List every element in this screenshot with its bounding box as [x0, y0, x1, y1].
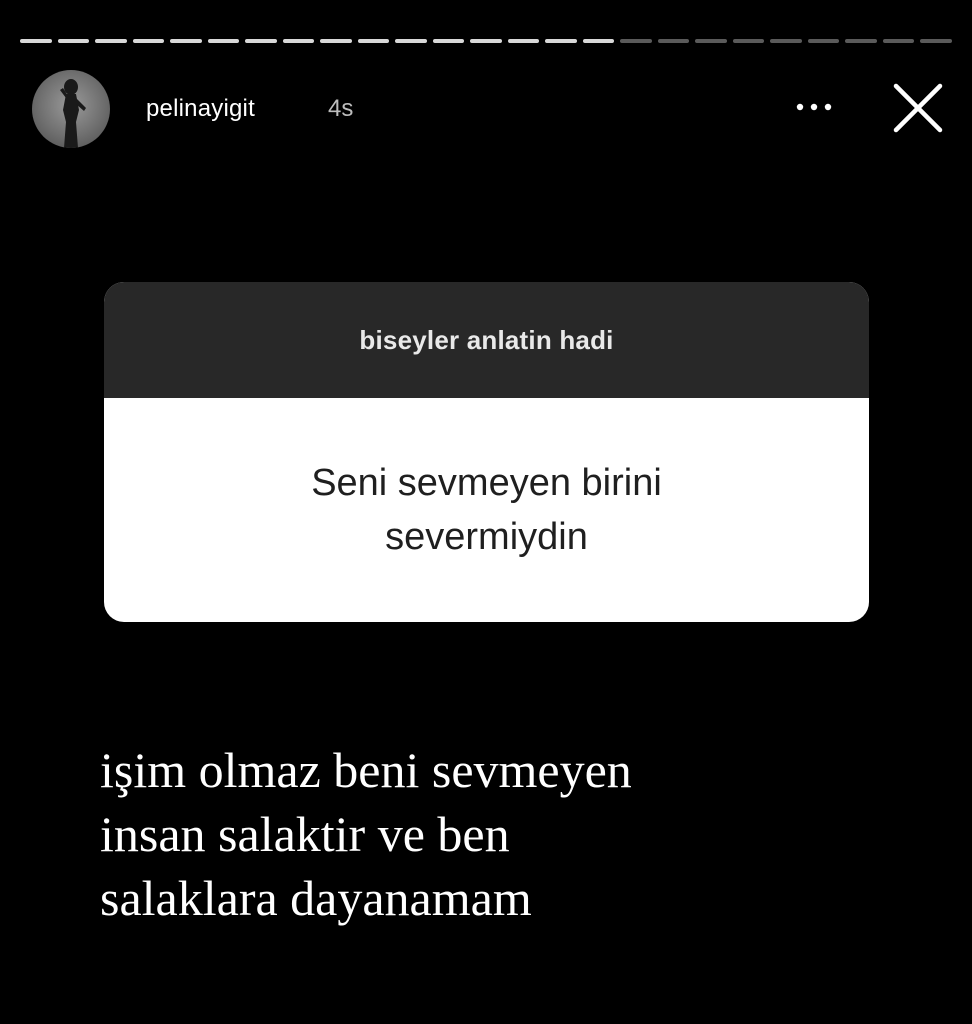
- close-icon: [893, 83, 943, 133]
- progress-segment: [320, 39, 352, 43]
- progress-segment: [882, 39, 915, 43]
- progress-segment: [582, 39, 615, 43]
- avatar[interactable]: [32, 70, 110, 148]
- reply-text-line: salaklara dayanamam: [100, 870, 532, 926]
- progress-segment: [395, 39, 427, 43]
- question-sticker-header: biseyler anlatin hadi: [104, 282, 869, 398]
- question-sticker-body: Seni sevmeyen birini severmiydin: [104, 398, 869, 622]
- question-text-line: Seni sevmeyen birini: [311, 462, 662, 504]
- story-progress-bar: [20, 39, 952, 44]
- reply-text: işim olmaz beni sevmeyen insan salaktir …: [100, 738, 860, 930]
- reply-text-line: insan salaktir ve ben: [100, 806, 510, 862]
- progress-segment: [620, 39, 652, 43]
- story-header: pelinayigit 4s: [32, 70, 952, 150]
- story-timestamp: 4s: [328, 95, 354, 122]
- progress-segment: [807, 39, 840, 43]
- progress-segment: [695, 39, 727, 43]
- progress-segment: [245, 39, 277, 43]
- close-button[interactable]: [890, 80, 946, 136]
- progress-segment: [732, 39, 765, 43]
- question-text-line: severmiydin: [385, 516, 588, 558]
- progress-segment: [57, 39, 90, 43]
- progress-segment: [357, 39, 390, 43]
- avatar-silhouette-icon: [60, 79, 86, 148]
- progress-segment: [545, 39, 577, 43]
- progress-segment: [282, 39, 315, 43]
- story-username[interactable]: pelinayigit: [146, 95, 255, 123]
- progress-segment: [657, 39, 690, 43]
- progress-segment: [95, 39, 127, 43]
- progress-segment: [770, 39, 802, 43]
- more-options-button[interactable]: [792, 92, 836, 122]
- question-sticker[interactable]: biseyler anlatin hadi Seni sevmeyen biri…: [104, 282, 869, 622]
- reply-text-line: işim olmaz beni sevmeyen: [100, 742, 632, 798]
- progress-segment: [432, 39, 465, 43]
- progress-segment: [507, 39, 540, 43]
- progress-segment: [20, 39, 52, 43]
- question-prompt: biseyler anlatin hadi: [359, 324, 614, 355]
- progress-segment: [170, 39, 202, 43]
- progress-segment: [845, 39, 877, 43]
- progress-segment: [132, 39, 165, 43]
- progress-segment: [470, 39, 502, 43]
- progress-segment: [920, 39, 952, 43]
- more-horizontal-icon: [796, 103, 832, 111]
- progress-segment: [207, 39, 240, 43]
